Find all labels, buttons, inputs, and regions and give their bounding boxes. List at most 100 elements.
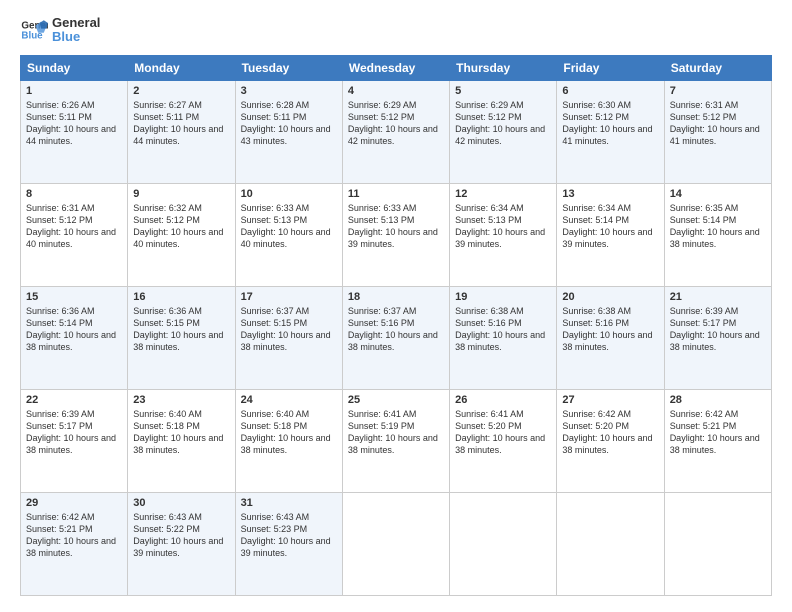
calendar-cell: 4 Sunrise: 6:29 AM Sunset: 5:12 PM Dayli…: [342, 80, 449, 183]
cell-content: Sunrise: 6:33 AM Sunset: 5:13 PM Dayligh…: [348, 202, 444, 251]
cell-content: Sunrise: 6:29 AM Sunset: 5:12 PM Dayligh…: [348, 99, 444, 148]
calendar-cell: 29 Sunrise: 6:42 AM Sunset: 5:21 PM Dayl…: [21, 492, 128, 595]
day-number: 24: [241, 394, 337, 406]
day-number: 12: [455, 188, 551, 200]
cell-content: Sunrise: 6:33 AM Sunset: 5:13 PM Dayligh…: [241, 202, 337, 251]
cell-content: Sunrise: 6:43 AM Sunset: 5:23 PM Dayligh…: [241, 511, 337, 560]
header: General Blue General Blue: [20, 16, 772, 45]
calendar-cell: 18 Sunrise: 6:37 AM Sunset: 5:16 PM Dayl…: [342, 286, 449, 389]
cell-content: Sunrise: 6:39 AM Sunset: 5:17 PM Dayligh…: [26, 408, 122, 457]
day-number: 13: [562, 188, 658, 200]
day-number: 25: [348, 394, 444, 406]
cell-content: Sunrise: 6:42 AM Sunset: 5:21 PM Dayligh…: [26, 511, 122, 560]
day-number: 7: [670, 85, 766, 97]
day-number: 17: [241, 291, 337, 303]
calendar-cell: 11 Sunrise: 6:33 AM Sunset: 5:13 PM Dayl…: [342, 183, 449, 286]
cell-content: Sunrise: 6:31 AM Sunset: 5:12 PM Dayligh…: [26, 202, 122, 251]
day-number: 23: [133, 394, 229, 406]
day-number: 1: [26, 85, 122, 97]
calendar-cell: [557, 492, 664, 595]
calendar-header-tuesday: Tuesday: [235, 55, 342, 80]
day-number: 27: [562, 394, 658, 406]
calendar-week-1: 1 Sunrise: 6:26 AM Sunset: 5:11 PM Dayli…: [21, 80, 772, 183]
cell-content: Sunrise: 6:38 AM Sunset: 5:16 PM Dayligh…: [562, 305, 658, 354]
day-number: 21: [670, 291, 766, 303]
calendar-cell: 20 Sunrise: 6:38 AM Sunset: 5:16 PM Dayl…: [557, 286, 664, 389]
calendar-header-saturday: Saturday: [664, 55, 771, 80]
calendar-cell: [450, 492, 557, 595]
calendar-cell: 30 Sunrise: 6:43 AM Sunset: 5:22 PM Dayl…: [128, 492, 235, 595]
calendar-header-row: SundayMondayTuesdayWednesdayThursdayFrid…: [21, 55, 772, 80]
cell-content: Sunrise: 6:41 AM Sunset: 5:19 PM Dayligh…: [348, 408, 444, 457]
day-number: 15: [26, 291, 122, 303]
calendar-cell: 13 Sunrise: 6:34 AM Sunset: 5:14 PM Dayl…: [557, 183, 664, 286]
day-number: 11: [348, 188, 444, 200]
day-number: 4: [348, 85, 444, 97]
day-number: 20: [562, 291, 658, 303]
cell-content: Sunrise: 6:40 AM Sunset: 5:18 PM Dayligh…: [133, 408, 229, 457]
calendar-cell: 22 Sunrise: 6:39 AM Sunset: 5:17 PM Dayl…: [21, 389, 128, 492]
calendar-cell: 1 Sunrise: 6:26 AM Sunset: 5:11 PM Dayli…: [21, 80, 128, 183]
calendar-table: SundayMondayTuesdayWednesdayThursdayFrid…: [20, 55, 772, 596]
calendar-week-4: 22 Sunrise: 6:39 AM Sunset: 5:17 PM Dayl…: [21, 389, 772, 492]
calendar-cell: 10 Sunrise: 6:33 AM Sunset: 5:13 PM Dayl…: [235, 183, 342, 286]
cell-content: Sunrise: 6:28 AM Sunset: 5:11 PM Dayligh…: [241, 99, 337, 148]
calendar-header-wednesday: Wednesday: [342, 55, 449, 80]
day-number: 14: [670, 188, 766, 200]
day-number: 29: [26, 497, 122, 509]
calendar-cell: 25 Sunrise: 6:41 AM Sunset: 5:19 PM Dayl…: [342, 389, 449, 492]
calendar-cell: 24 Sunrise: 6:40 AM Sunset: 5:18 PM Dayl…: [235, 389, 342, 492]
calendar-header-friday: Friday: [557, 55, 664, 80]
calendar-header-thursday: Thursday: [450, 55, 557, 80]
day-number: 9: [133, 188, 229, 200]
calendar-cell: 2 Sunrise: 6:27 AM Sunset: 5:11 PM Dayli…: [128, 80, 235, 183]
calendar-week-3: 15 Sunrise: 6:36 AM Sunset: 5:14 PM Dayl…: [21, 286, 772, 389]
cell-content: Sunrise: 6:39 AM Sunset: 5:17 PM Dayligh…: [670, 305, 766, 354]
cell-content: Sunrise: 6:30 AM Sunset: 5:12 PM Dayligh…: [562, 99, 658, 148]
calendar-cell: 19 Sunrise: 6:38 AM Sunset: 5:16 PM Dayl…: [450, 286, 557, 389]
calendar-header-sunday: Sunday: [21, 55, 128, 80]
cell-content: Sunrise: 6:31 AM Sunset: 5:12 PM Dayligh…: [670, 99, 766, 148]
day-number: 31: [241, 497, 337, 509]
calendar-cell: 31 Sunrise: 6:43 AM Sunset: 5:23 PM Dayl…: [235, 492, 342, 595]
logo-line2: Blue: [52, 30, 100, 44]
calendar-week-5: 29 Sunrise: 6:42 AM Sunset: 5:21 PM Dayl…: [21, 492, 772, 595]
cell-content: Sunrise: 6:40 AM Sunset: 5:18 PM Dayligh…: [241, 408, 337, 457]
calendar-week-2: 8 Sunrise: 6:31 AM Sunset: 5:12 PM Dayli…: [21, 183, 772, 286]
day-number: 19: [455, 291, 551, 303]
day-number: 28: [670, 394, 766, 406]
calendar-cell: 9 Sunrise: 6:32 AM Sunset: 5:12 PM Dayli…: [128, 183, 235, 286]
cell-content: Sunrise: 6:36 AM Sunset: 5:15 PM Dayligh…: [133, 305, 229, 354]
calendar-cell: 17 Sunrise: 6:37 AM Sunset: 5:15 PM Dayl…: [235, 286, 342, 389]
cell-content: Sunrise: 6:27 AM Sunset: 5:11 PM Dayligh…: [133, 99, 229, 148]
cell-content: Sunrise: 6:36 AM Sunset: 5:14 PM Dayligh…: [26, 305, 122, 354]
day-number: 6: [562, 85, 658, 97]
calendar-cell: 5 Sunrise: 6:29 AM Sunset: 5:12 PM Dayli…: [450, 80, 557, 183]
calendar-cell: [664, 492, 771, 595]
calendar-body: 1 Sunrise: 6:26 AM Sunset: 5:11 PM Dayli…: [21, 80, 772, 595]
day-number: 10: [241, 188, 337, 200]
calendar-cell: 27 Sunrise: 6:42 AM Sunset: 5:20 PM Dayl…: [557, 389, 664, 492]
day-number: 16: [133, 291, 229, 303]
cell-content: Sunrise: 6:37 AM Sunset: 5:15 PM Dayligh…: [241, 305, 337, 354]
calendar-cell: 16 Sunrise: 6:36 AM Sunset: 5:15 PM Dayl…: [128, 286, 235, 389]
cell-content: Sunrise: 6:34 AM Sunset: 5:13 PM Dayligh…: [455, 202, 551, 251]
day-number: 30: [133, 497, 229, 509]
calendar-cell: 8 Sunrise: 6:31 AM Sunset: 5:12 PM Dayli…: [21, 183, 128, 286]
day-number: 5: [455, 85, 551, 97]
calendar-cell: 6 Sunrise: 6:30 AM Sunset: 5:12 PM Dayli…: [557, 80, 664, 183]
cell-content: Sunrise: 6:41 AM Sunset: 5:20 PM Dayligh…: [455, 408, 551, 457]
day-number: 26: [455, 394, 551, 406]
calendar-cell: 21 Sunrise: 6:39 AM Sunset: 5:17 PM Dayl…: [664, 286, 771, 389]
cell-content: Sunrise: 6:37 AM Sunset: 5:16 PM Dayligh…: [348, 305, 444, 354]
cell-content: Sunrise: 6:42 AM Sunset: 5:20 PM Dayligh…: [562, 408, 658, 457]
day-number: 2: [133, 85, 229, 97]
calendar-header-monday: Monday: [128, 55, 235, 80]
logo-icon: General Blue: [20, 16, 48, 44]
cell-content: Sunrise: 6:43 AM Sunset: 5:22 PM Dayligh…: [133, 511, 229, 560]
cell-content: Sunrise: 6:38 AM Sunset: 5:16 PM Dayligh…: [455, 305, 551, 354]
logo-line1: General: [52, 16, 100, 30]
day-number: 8: [26, 188, 122, 200]
calendar-cell: 3 Sunrise: 6:28 AM Sunset: 5:11 PM Dayli…: [235, 80, 342, 183]
calendar-cell: 15 Sunrise: 6:36 AM Sunset: 5:14 PM Dayl…: [21, 286, 128, 389]
